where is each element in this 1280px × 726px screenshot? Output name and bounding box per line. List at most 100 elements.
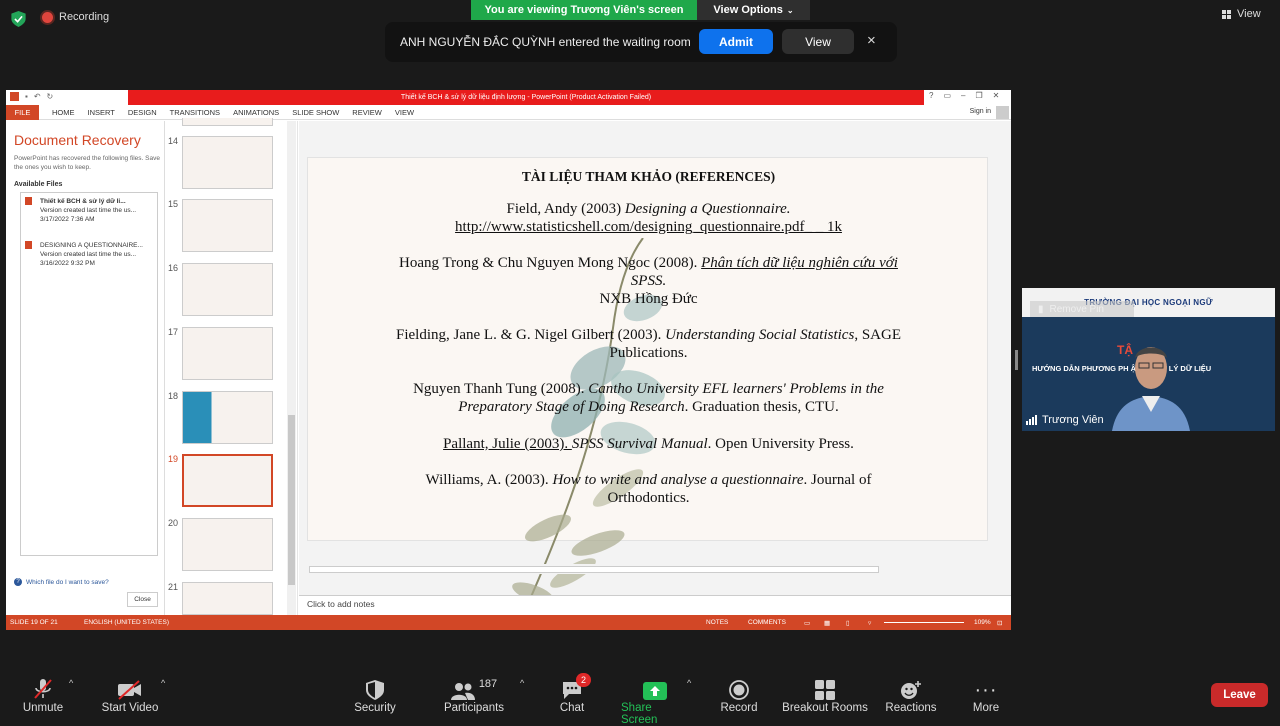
avatar[interactable] [996,106,1009,119]
record-label: Record [720,702,758,714]
start-video-button[interactable]: Start Video [100,670,160,714]
save-icon[interactable]: ▪ [25,92,28,101]
tab-review[interactable]: REVIEW [352,108,382,117]
tab-home[interactable]: HOME [52,108,75,117]
share-options-caret[interactable]: ^ [687,678,691,688]
slide-thumbnail[interactable] [182,518,273,571]
chat-unread-badge: 2 [576,673,591,687]
redo-icon[interactable]: ↻ [47,92,54,101]
normal-view-icon[interactable]: ▭ [804,619,810,627]
pinned-video-tile[interactable]: TRƯỜNG ĐẠI HỌC NGOẠI NGỮ ▮ Remove Pin TẬ… [1022,288,1275,431]
file-name: Thiết kế BCH & sử lý dữ li... [40,198,126,205]
recovery-close-button[interactable]: Close [127,592,158,607]
window-close-icon[interactable]: ✕ [993,91,1000,100]
help-icon[interactable]: ? [929,91,933,100]
zoom-level[interactable]: 109% [974,619,991,626]
recording-dot-icon [42,11,53,23]
file-version: Version created last time the us... [40,251,137,258]
tab-animations[interactable]: ANIMATIONS [233,108,279,117]
thumbnails-scrollbar[interactable] [287,121,296,615]
view-layout-button[interactable]: View [1222,8,1261,20]
audio-options-caret[interactable]: ^ [69,678,73,688]
breakout-rooms-button[interactable]: Breakout Rooms [782,670,868,714]
comments-button[interactable]: COMMENTS [748,619,786,626]
recovery-title: Document Recovery [14,132,141,148]
signal-strength-icon [1026,415,1037,425]
slide-thumbnail[interactable] [182,263,273,316]
quick-access-toolbar: ▪ ↶ ↻ [10,92,53,101]
participant-name: Trương Viên [1026,414,1104,426]
tab-design[interactable]: DESIGN [128,108,157,117]
slide-thumbnail-selected[interactable] [182,454,273,507]
reference-5: Pallant, Julie (2003). SPSS Survival Man… [443,436,854,452]
chevron-down-icon: ⌄ [786,5,794,15]
participants-options-caret[interactable]: ^ [520,678,524,688]
slide-thumbnail[interactable] [182,136,273,189]
slide-thumbnail[interactable] [182,118,273,126]
slide-sorter-icon[interactable]: ▦ [824,619,830,627]
help-link-label: Which file do I want to save? [26,578,109,586]
horizontal-scrollbar[interactable] [299,564,999,574]
record-button[interactable]: Record [719,670,759,714]
scrollbar-thumb[interactable] [309,566,879,573]
share-screen-button[interactable]: Share Screen [621,670,689,726]
view-options-button[interactable]: View Options ⌄ [697,0,810,20]
remove-pin-label: Remove Pin [1049,303,1104,315]
sign-in-link[interactable]: Sign in [970,108,991,115]
notification-view-button[interactable]: View [782,29,854,54]
more-dots-icon: ··· [974,679,998,701]
tab-view[interactable]: VIEW [395,108,414,117]
recording-indicator[interactable]: Recording [42,11,109,23]
window-controls: ? ▭ – ❐ ✕ [929,91,999,100]
slideshow-icon[interactable]: ▿ [868,619,871,627]
tab-insert[interactable]: INSERT [88,108,115,117]
shared-powerpoint-window: ▪ ↶ ↻ Thiết kế BCH & sử lý dữ liệu định … [6,90,1011,630]
notes-placeholder[interactable]: Click to add notes [299,595,1011,615]
slide-thumbnail[interactable] [182,327,273,380]
encryption-shield-icon[interactable] [11,11,26,27]
help-circle-icon: ? [14,578,22,586]
waiting-room-notification: ANH NGUYỄN ĐẮC QUỲNH entered the waiting… [385,22,897,62]
tab-slide-show[interactable]: SLIDE SHOW [292,108,339,117]
ribbon-display-icon[interactable]: ▭ [943,91,951,100]
panel-resize-handle[interactable] [1015,350,1018,370]
admit-button[interactable]: Admit [699,29,773,54]
participants-count: 187 [478,678,498,690]
close-icon[interactable]: × [867,32,876,49]
notes-button[interactable]: NOTES [706,619,728,626]
slide-thumbnail[interactable] [182,391,273,444]
unmute-button[interactable]: Unmute [22,670,64,714]
tab-file[interactable]: FILE [6,104,39,120]
current-slide[interactable]: TÀI LIỆU THAM KHẢO (REFERENCES) Field, A… [307,157,988,627]
recovered-file-item[interactable]: Thiết kế BCH & sử lý dữ li... Version cr… [25,197,155,227]
reactions-button[interactable]: Reactions [884,670,938,714]
security-button[interactable]: Security [352,670,398,714]
participants-button[interactable]: 187 Participants [443,670,505,714]
recovered-file-item[interactable]: DESIGNING A QUESTIONNAIRE... Version cre… [25,241,155,271]
ppt-title-bar: ▪ ↶ ↻ Thiết kế BCH & sử lý dữ liệu định … [6,90,1011,105]
more-button[interactable]: ··· More [970,670,1002,714]
leave-button[interactable]: Leave [1211,683,1268,707]
ppt-status-bar: SLIDE 19 OF 21 ENGLISH (UNITED STATES) N… [6,615,1011,630]
recovery-help-link[interactable]: ? Which file do I want to save? [14,578,109,586]
slide-title: TÀI LIỆU THAM KHẢO (REFERENCES) [521,169,776,184]
breakout-rooms-icon [815,680,835,700]
fit-slide-icon[interactable]: ⊡ [997,619,1002,627]
scrollbar-thumb[interactable] [288,415,295,585]
minimize-icon[interactable]: – [961,91,965,100]
remove-pin-button[interactable]: ▮ Remove Pin [1030,301,1134,317]
slide-number: 20 [168,518,179,528]
tab-transitions[interactable]: TRANSITIONS [170,108,220,117]
undo-icon[interactable]: ↶ [34,92,41,101]
restore-icon[interactable]: ❐ [975,91,982,100]
zoom-slider[interactable] [884,622,964,623]
video-options-caret[interactable]: ^ [161,678,165,688]
recovery-description: PowerPoint has recovered the following f… [14,155,160,171]
vertical-scrollbar[interactable] [999,121,1011,595]
slide-thumbnail[interactable] [182,582,273,615]
language-indicator[interactable]: ENGLISH (UNITED STATES) [84,619,169,626]
reading-view-icon[interactable]: ▯ [846,619,850,627]
grid-view-icon [1222,9,1231,19]
slide-thumbnail[interactable] [182,199,273,252]
reference-4-line-1: Nguyen Thanh Tung (2008). Cantho Univers… [413,381,884,397]
